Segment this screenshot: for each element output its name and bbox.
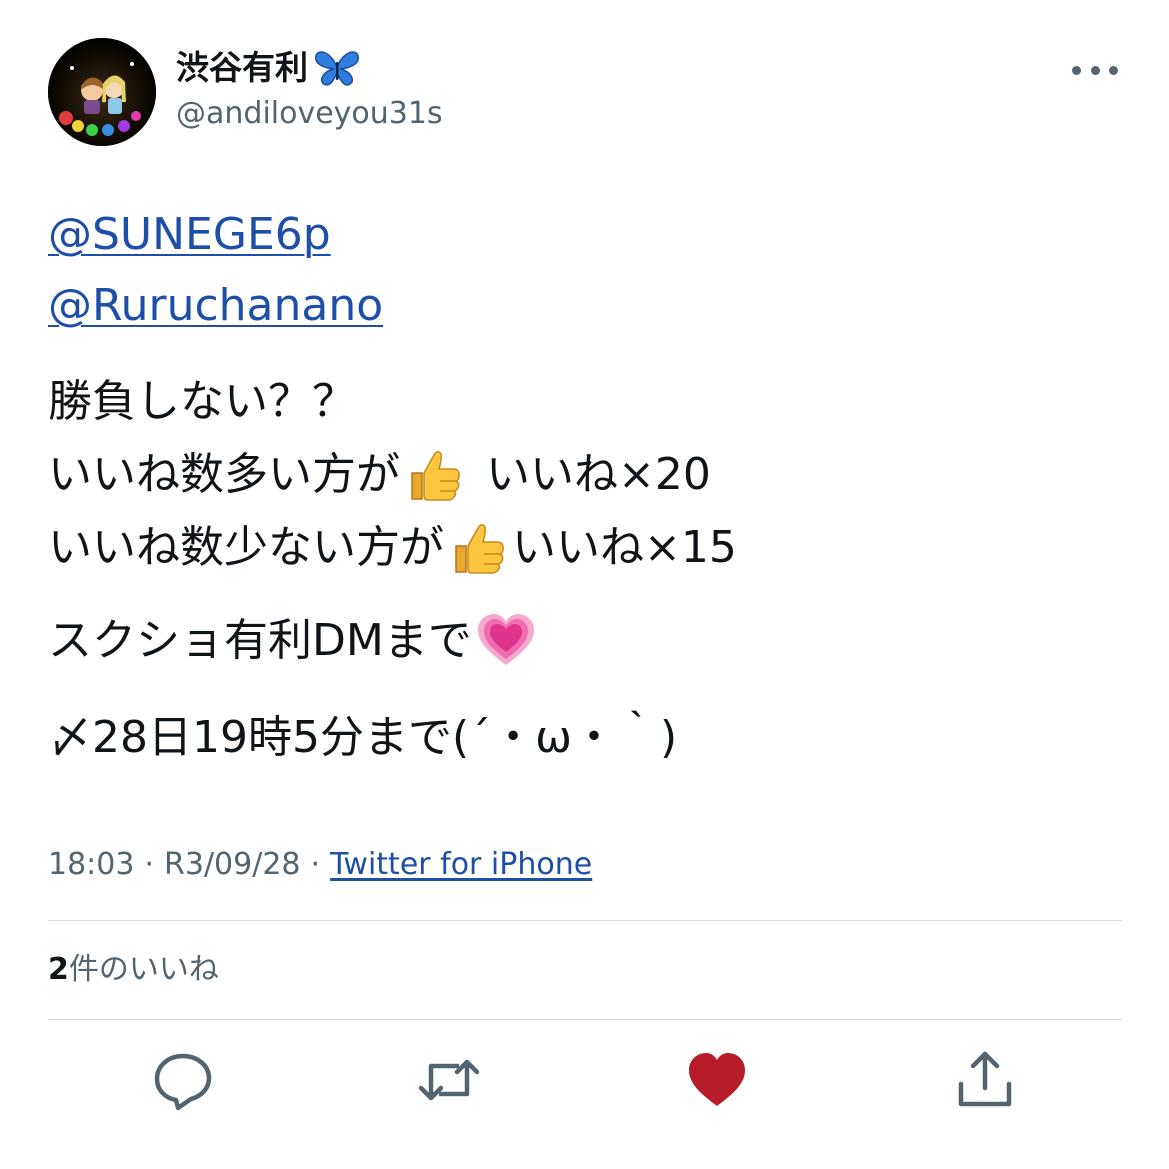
likes-count: 2 — [48, 952, 69, 987]
mention-link[interactable]: @Ruruchanano — [48, 276, 383, 336]
share-icon — [958, 1051, 1012, 1107]
heart-icon — [689, 1053, 745, 1106]
likes-count-link[interactable]: 2件のいいね — [48, 948, 219, 992]
tweet-text-line: いいね数多い方が いいね×20 — [48, 445, 711, 505]
more-dot — [1072, 65, 1081, 75]
reply-icon — [154, 1053, 212, 1111]
tweet-text: いいね数多い方が — [48, 449, 400, 500]
more-options-icon[interactable] — [1072, 56, 1118, 84]
butterfly-icon — [314, 48, 360, 88]
tweet-time: 18:03 — [48, 847, 135, 882]
divider — [48, 1019, 1122, 1020]
like-button[interactable] — [685, 1048, 749, 1112]
tweet-text: 勝負しない？？ — [48, 376, 356, 427]
tweet-meta: 18:03 · R3/09/28 · Twitter for iPhone — [48, 843, 592, 887]
display-name-text: 渋谷有利 — [176, 48, 308, 87]
tweet-text-line: 勝負しない？？ — [48, 372, 356, 432]
retweet-button[interactable] — [417, 1048, 481, 1112]
tweet-text-line: スクショ有利DMまで — [48, 611, 540, 671]
thumbs-up-icon — [448, 518, 508, 578]
retweet-icon — [418, 1059, 480, 1101]
tweet-text-line: いいね数少ない方が いいね×15 — [48, 518, 737, 578]
tweet-date: R3/09/28 — [164, 847, 301, 882]
mention-link[interactable]: @SUNEGE6p — [48, 205, 331, 265]
user-handle[interactable]: @andiloveyou31s — [176, 94, 443, 134]
reply-button[interactable] — [151, 1048, 215, 1112]
meta-separator: · — [310, 847, 321, 882]
likes-label: 件のいいね — [68, 952, 219, 987]
avatar-image — [48, 38, 156, 146]
tweet-text: いいね×15 — [512, 522, 737, 573]
tweet-text: いいね数少ない方が — [48, 522, 444, 573]
tweet-text: スクショ有利DMまで — [48, 615, 472, 666]
tweet-source-link[interactable]: Twitter for iPhone — [330, 843, 592, 887]
thumbs-up-icon — [404, 445, 464, 505]
display-name[interactable]: 渋谷有利 — [176, 44, 360, 92]
tweet-text: いいね×20 — [486, 449, 711, 500]
avatar[interactable] — [48, 38, 156, 146]
share-button[interactable] — [953, 1048, 1017, 1112]
more-dot — [1090, 65, 1100, 75]
growing-heart-icon — [476, 611, 536, 671]
tweet-text: 〆28日19時5分まで(´・ω・｀) — [48, 712, 678, 763]
meta-separator: · — [144, 847, 155, 882]
divider — [48, 920, 1122, 921]
tweet-text-line: 〆28日19時5分まで(´・ω・｀) — [48, 708, 677, 768]
more-dot — [1109, 65, 1118, 75]
